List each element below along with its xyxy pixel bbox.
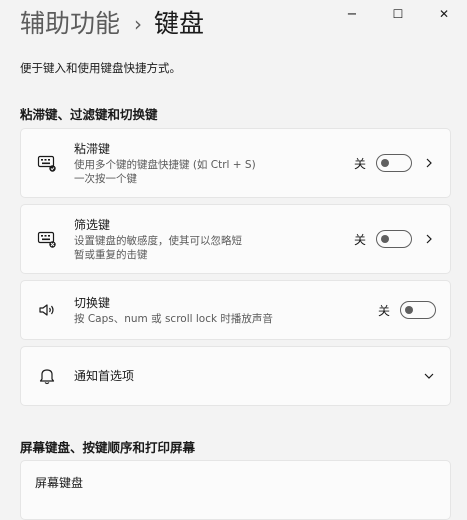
toggle-keys-title: 切换键 <box>74 296 111 310</box>
toggle-knob <box>405 306 413 314</box>
filter-keys-subtitle-1: 设置键盘的敏感度，使其可以忽略短 <box>74 235 242 247</box>
toggle-keys-text: 切换键 按 Caps、num 或 scroll lock 时播放声音 <box>74 295 273 326</box>
toggle-keys-toggle-group: 关 <box>378 301 436 319</box>
notification-preferences-card[interactable]: 通知首选项 <box>20 346 451 406</box>
minimize-button[interactable]: − <box>329 0 375 28</box>
toggle-keys-toggle[interactable] <box>400 301 436 319</box>
speaker-icon <box>37 300 57 320</box>
chevron-down-icon[interactable] <box>422 369 436 383</box>
sticky-keys-subtitle-1: 使用多个键的键盘快捷键 (如 Ctrl + S) <box>74 159 256 171</box>
toggle-knob <box>381 159 389 167</box>
onscreen-keyboard-title: 屏幕键盘 <box>35 476 84 490</box>
section-heading-onscreen-keyboard: 屏幕键盘、按键顺序和打印屏幕 <box>20 440 196 455</box>
sticky-keys-title: 粘滞键 <box>74 142 111 156</box>
breadcrumb-parent[interactable]: 辅助功能 <box>20 6 120 42</box>
chevron-right-icon[interactable] <box>422 232 436 246</box>
bell-icon <box>37 366 57 386</box>
filter-keys-toggle[interactable] <box>376 230 412 248</box>
keyboard-sticky-icon <box>37 153 57 173</box>
title-bar: 辅助功能 › 键盘 − ☐ ✕ <box>0 0 467 48</box>
close-icon: ✕ <box>438 7 450 21</box>
maximize-button[interactable]: ☐ <box>375 0 421 28</box>
sticky-keys-text: 粘滞键 使用多个键的键盘快捷键 (如 Ctrl + S) 一次按一个键 <box>74 141 256 186</box>
window-controls: − ☐ ✕ <box>329 0 467 28</box>
chevron-right-icon[interactable] <box>422 156 436 170</box>
onscreen-keyboard-text: 屏幕键盘 <box>35 475 83 492</box>
minimize-icon: − <box>346 6 358 22</box>
page-title: 键盘 <box>154 9 205 38</box>
sticky-keys-subtitle-2: 一次按一个键 <box>74 173 137 185</box>
sticky-keys-card[interactable]: 粘滞键 使用多个键的键盘快捷键 (如 Ctrl + S) 一次按一个键 关 <box>20 128 451 198</box>
filter-keys-toggle-group: 关 <box>354 230 412 248</box>
toggle-keys-card: 切换键 按 Caps、num 或 scroll lock 时播放声音 关 <box>20 280 451 340</box>
sticky-keys-toggle[interactable] <box>376 154 412 172</box>
onscreen-keyboard-card[interactable]: 屏幕键盘 <box>20 460 451 520</box>
section-heading-filter-keys: 粘滞键、过滤键和切换键 <box>20 107 158 122</box>
filter-keys-toggle-label: 关 <box>353 232 366 247</box>
notification-preferences-title: 通知首选项 <box>74 369 135 383</box>
filter-keys-title: 筛选键 <box>74 218 111 232</box>
filter-keys-text: 筛选键 设置键盘的敏感度，使其可以忽略短 暂或重复的击键 <box>74 217 242 262</box>
filter-keys-card[interactable]: 筛选键 设置键盘的敏感度，使其可以忽略短 暂或重复的击键 关 <box>20 204 451 274</box>
breadcrumb: 辅助功能 › 键盘 <box>20 6 204 42</box>
close-button[interactable]: ✕ <box>421 0 467 28</box>
sticky-keys-toggle-group: 关 <box>354 154 412 172</box>
notification-preferences-text: 通知首选项 <box>74 368 134 385</box>
breadcrumb-separator: › <box>134 12 143 36</box>
keyboard-filter-icon <box>37 229 57 249</box>
maximize-icon: ☐ <box>392 7 404 21</box>
filter-keys-subtitle-2: 暂或重复的击键 <box>74 249 148 261</box>
toggle-keys-subtitle: 按 Caps、num 或 scroll lock 时播放声音 <box>74 313 273 325</box>
page-description: 便于键入和使用键盘快捷方式。 <box>20 61 181 75</box>
sticky-keys-toggle-label: 关 <box>353 156 366 171</box>
toggle-keys-toggle-label: 关 <box>377 303 390 318</box>
toggle-knob <box>381 235 389 243</box>
